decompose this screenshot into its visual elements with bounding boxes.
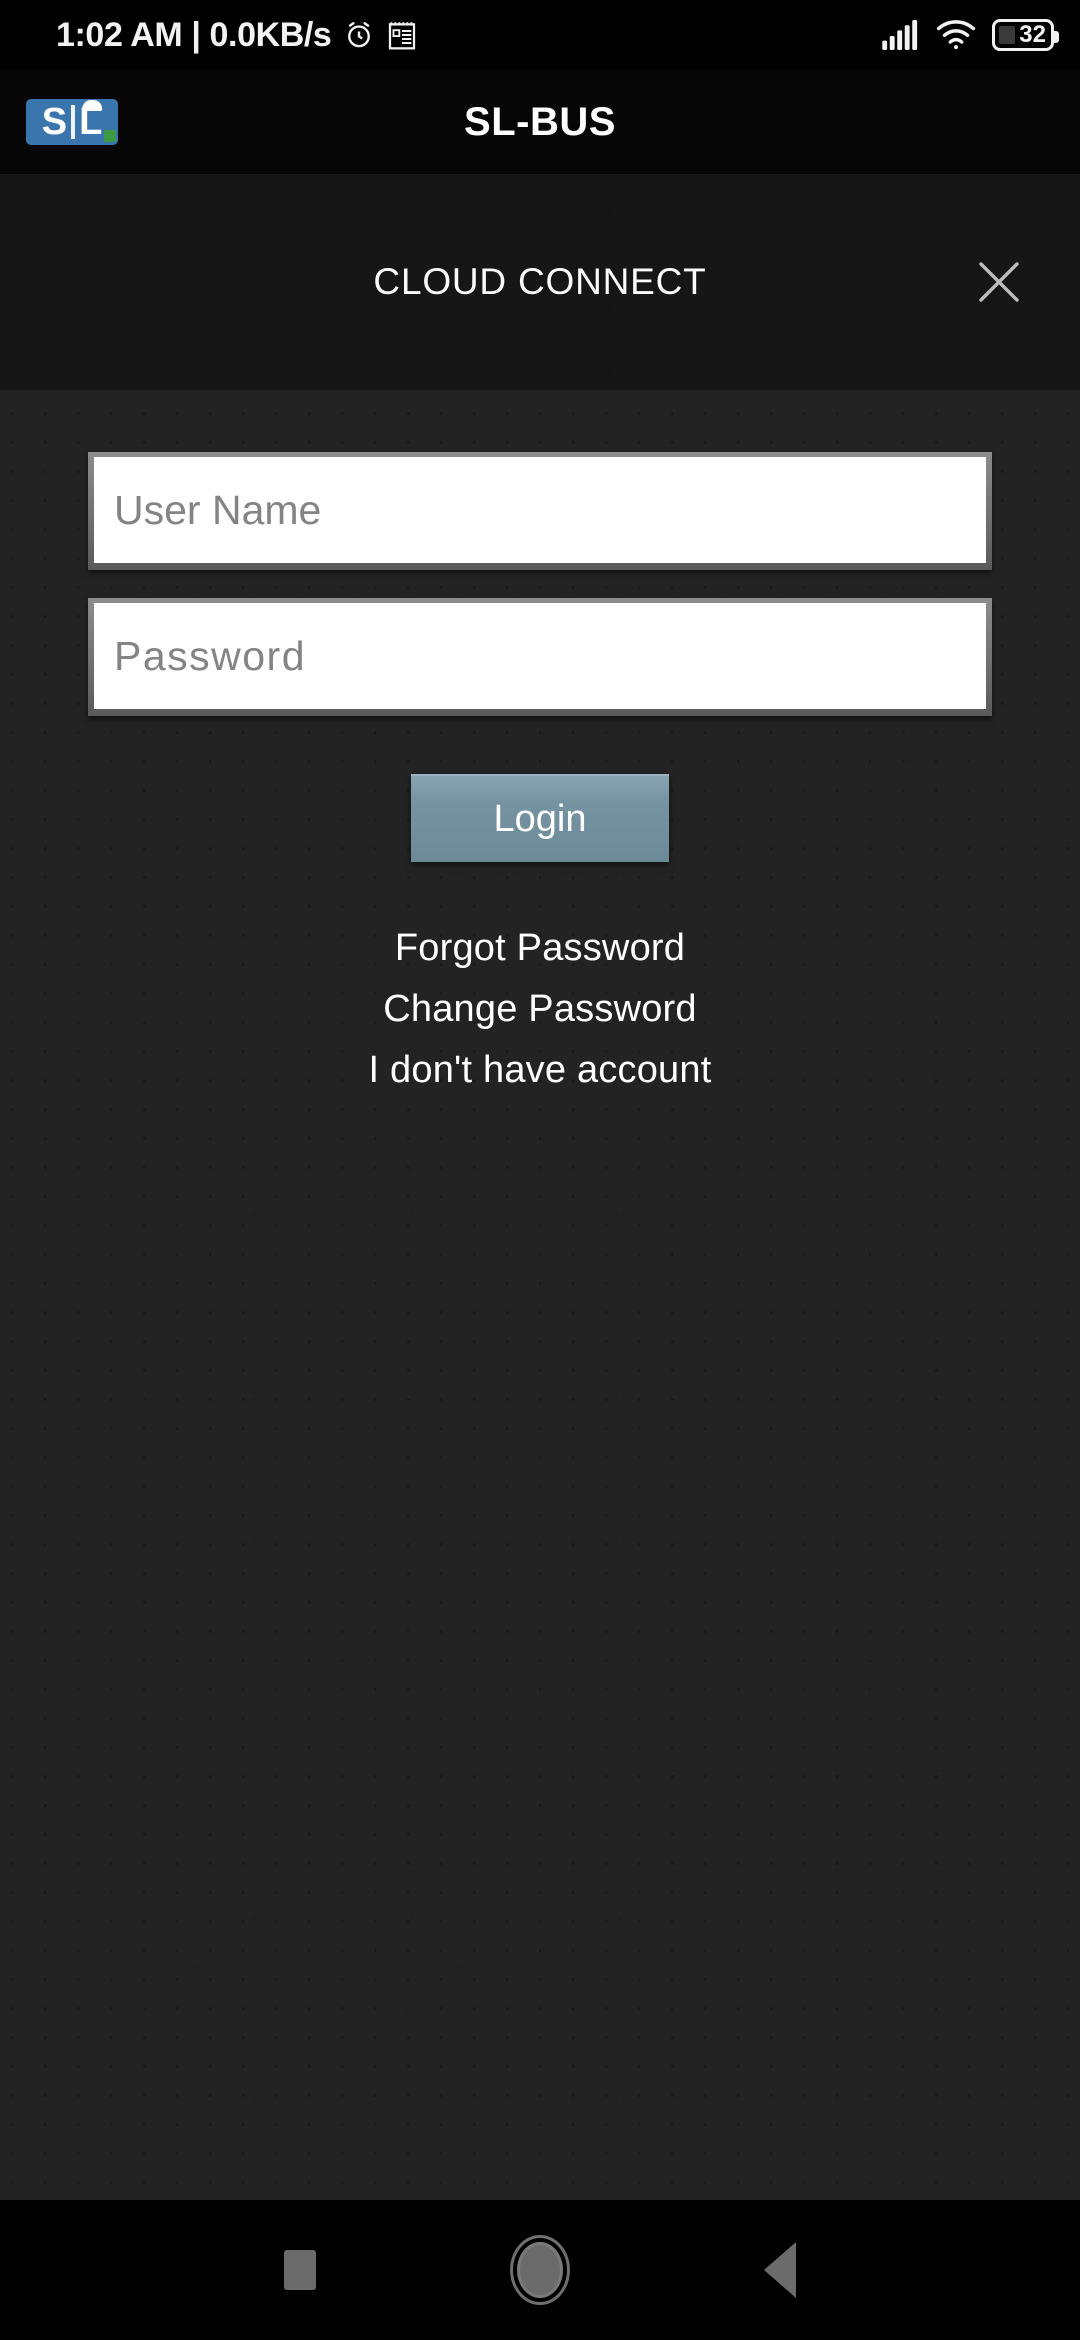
nav-back-button[interactable] (725, 2215, 835, 2325)
cellular-signal-icon (882, 20, 920, 50)
password-input[interactable] (94, 603, 986, 709)
recents-square-icon (284, 2250, 316, 2290)
change-password-link[interactable]: Change Password (367, 979, 713, 1040)
close-button[interactable] (962, 245, 1036, 319)
battery-fill (999, 26, 1015, 44)
logo-accent-dot (104, 130, 116, 142)
password-field-wrapper[interactable] (88, 598, 992, 716)
nav-home-button[interactable] (485, 2215, 595, 2325)
logo-divider (71, 105, 76, 139)
create-account-link[interactable]: I don't have account (353, 1040, 728, 1101)
sl-logo: S L (26, 99, 118, 145)
cloud-connect-title: CLOUD CONNECT (373, 261, 707, 302)
wifi-icon (936, 20, 976, 50)
cloud-icon (81, 100, 102, 111)
status-bar-left: 1:02 AM | 0.0KB/s (56, 16, 417, 55)
alarm-clock-icon (343, 19, 375, 51)
login-panel: Login Forgot Password Change Password I … (0, 390, 1080, 2200)
auth-links: Forgot Password Change Password I don't … (353, 918, 728, 1101)
status-clock: 1:02 AM | 0.0KB/s (56, 15, 332, 54)
app-bar: S L SL-BUS (0, 70, 1080, 174)
logo-letter-l-group: L (79, 100, 102, 141)
app-title: SL-BUS (464, 99, 616, 144)
phone-screen: 1:02 AM | 0.0KB/s 32 S L SL-BUS CLOUD CO… (0, 0, 1080, 2340)
cloud-connect-header: CLOUD CONNECT (0, 174, 1080, 390)
back-triangle-icon (764, 2242, 796, 2298)
note-calendar-icon (387, 19, 417, 51)
username-field-wrapper[interactable] (88, 452, 992, 570)
close-icon (979, 262, 1019, 302)
username-input[interactable] (94, 457, 986, 563)
battery-icon: 32 (992, 19, 1059, 51)
home-circle-icon (517, 2242, 563, 2298)
status-bar: 1:02 AM | 0.0KB/s 32 (0, 0, 1080, 70)
nav-recents-button[interactable] (245, 2215, 355, 2325)
battery-level: 32 (1019, 21, 1046, 48)
login-button[interactable]: Login (411, 774, 669, 862)
forgot-password-link[interactable]: Forgot Password (379, 918, 701, 979)
status-bar-right: 32 (882, 19, 1059, 51)
logo-letter-s: S (41, 101, 68, 143)
android-nav-bar (0, 2200, 1080, 2340)
